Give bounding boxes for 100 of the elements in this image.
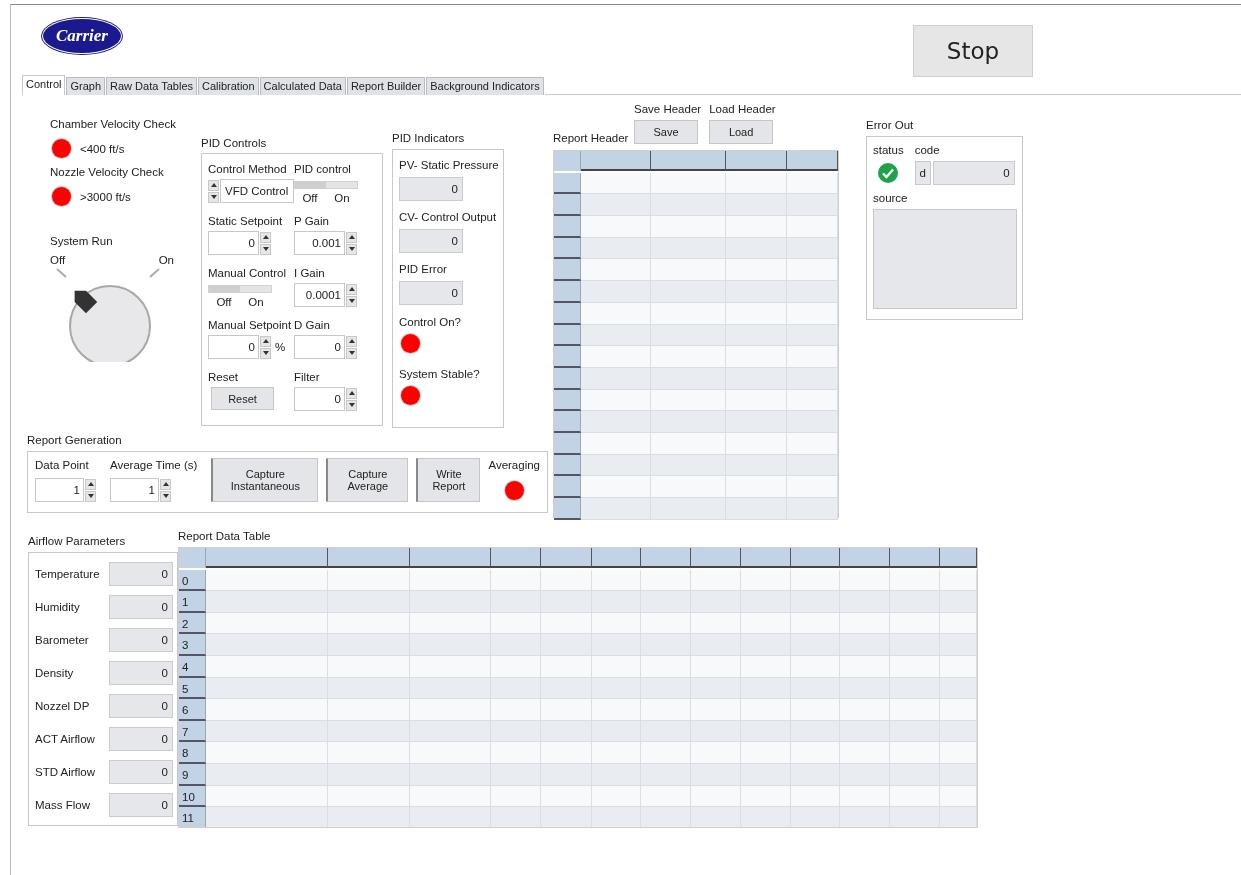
table-cell — [641, 699, 691, 721]
table-cell — [940, 807, 977, 827]
table-cell — [641, 655, 691, 678]
logo: Carrier — [44, 20, 120, 52]
decrement-button[interactable] — [85, 490, 96, 502]
slide-switch[interactable] — [208, 285, 272, 293]
ring-field[interactable]: VFD Control — [220, 179, 294, 203]
table-cell — [592, 699, 641, 721]
column-header — [741, 548, 791, 568]
table-cell — [541, 699, 592, 721]
header-button[interactable]: Load — [709, 120, 774, 144]
header-button[interactable]: Save — [634, 120, 698, 144]
control-label: Data Point — [35, 458, 90, 472]
number-field[interactable]: 0.001 — [294, 231, 345, 255]
table-cell — [940, 591, 977, 613]
indicator-label: STD Airflow — [35, 764, 96, 779]
control-label: Reset — [208, 370, 240, 384]
decrement-button[interactable] — [160, 490, 171, 502]
indicator-label: CV- Control Output — [399, 210, 497, 225]
increment-button[interactable] — [346, 283, 357, 295]
decrement-button[interactable] — [208, 191, 219, 203]
table-cell — [890, 569, 940, 592]
table-cell — [726, 259, 787, 282]
table-cell — [791, 634, 840, 656]
number-field[interactable]: 0.0001 — [294, 283, 345, 307]
number-field[interactable]: 0 — [294, 335, 345, 359]
control-label: Static Setpoint — [208, 214, 284, 228]
control-label: Control Method — [208, 162, 288, 176]
slide-switch[interactable] — [294, 181, 358, 189]
unit-label: % — [275, 341, 286, 353]
table-cell — [491, 612, 541, 635]
table-cell — [491, 569, 541, 592]
switch-label: On — [248, 296, 264, 308]
table-cell — [787, 281, 838, 303]
row-header — [554, 216, 581, 238]
column-header — [641, 548, 691, 568]
indicator-label: Nozzel DP — [35, 698, 90, 713]
group-title: PID Indicators — [392, 131, 466, 145]
decrement-button[interactable] — [346, 399, 357, 411]
control-label: I Gain — [294, 266, 326, 280]
table-cell — [592, 634, 641, 656]
tab[interactable]: Control — [22, 75, 66, 95]
group-title: Report Generation — [27, 433, 123, 447]
row-header — [554, 476, 581, 498]
number-field[interactable]: 1 — [35, 478, 84, 502]
tab[interactable]: Calibration — [198, 77, 259, 95]
table-cell — [581, 324, 651, 347]
table-cell — [691, 785, 741, 808]
table-cell — [726, 216, 787, 238]
row-header: 4 — [179, 655, 206, 678]
rotary-knob[interactable] — [56, 268, 160, 362]
table-title: Report Data Table — [178, 529, 272, 543]
increment-button[interactable] — [208, 179, 219, 191]
table-cell — [840, 742, 890, 764]
knob-scale-label: On — [158, 254, 174, 266]
decrement-button[interactable] — [260, 347, 271, 359]
tab[interactable]: Calculated Data — [259, 77, 346, 95]
indicator-label: Temperature — [35, 566, 100, 581]
row-header: 9 — [179, 763, 206, 786]
increment-button[interactable] — [85, 478, 96, 490]
table-cell — [726, 389, 787, 412]
decrement-button[interactable] — [346, 295, 357, 307]
tab[interactable]: Graph — [66, 77, 106, 95]
row-header: 1 — [179, 591, 206, 613]
table-cell — [541, 763, 592, 786]
table-cell — [541, 720, 592, 743]
table-cell — [791, 785, 840, 808]
number-field[interactable]: 0 — [294, 387, 345, 411]
row-header — [554, 367, 581, 390]
number-field[interactable]: 0 — [208, 231, 259, 255]
number-field[interactable]: 0 — [208, 335, 259, 359]
action-button[interactable]: Write Report — [416, 458, 481, 502]
tab[interactable]: Report Builder — [346, 77, 426, 95]
increment-button[interactable] — [346, 335, 357, 347]
table-cell — [726, 367, 787, 390]
decrement-button[interactable] — [260, 243, 271, 255]
table-cell — [791, 677, 840, 700]
tab[interactable]: Background Indicators — [426, 77, 544, 95]
decrement-button[interactable] — [346, 243, 357, 255]
table-cell — [840, 807, 890, 827]
action-button[interactable]: Capture Instantaneous — [211, 458, 319, 502]
increment-button[interactable] — [346, 387, 357, 399]
table-title: Report Header — [553, 131, 630, 145]
table-cell — [491, 655, 541, 678]
increment-button[interactable] — [346, 231, 357, 243]
reset-button[interactable]: Reset — [211, 387, 274, 410]
table-cell — [691, 677, 741, 700]
table-cell — [840, 763, 890, 786]
increment-button[interactable] — [160, 478, 171, 490]
table-cell — [840, 785, 890, 808]
table-cell — [541, 677, 592, 700]
tab[interactable]: Raw Data Tables — [106, 77, 197, 95]
decrement-button[interactable] — [346, 347, 357, 359]
increment-button[interactable] — [260, 335, 271, 347]
table-cell — [787, 194, 838, 217]
action-button[interactable]: Capture Average — [326, 458, 409, 502]
stop-button[interactable]: Stop — [913, 25, 1033, 77]
number-field[interactable]: 1 — [110, 478, 159, 502]
table-cell — [592, 763, 641, 786]
increment-button[interactable] — [260, 231, 271, 243]
